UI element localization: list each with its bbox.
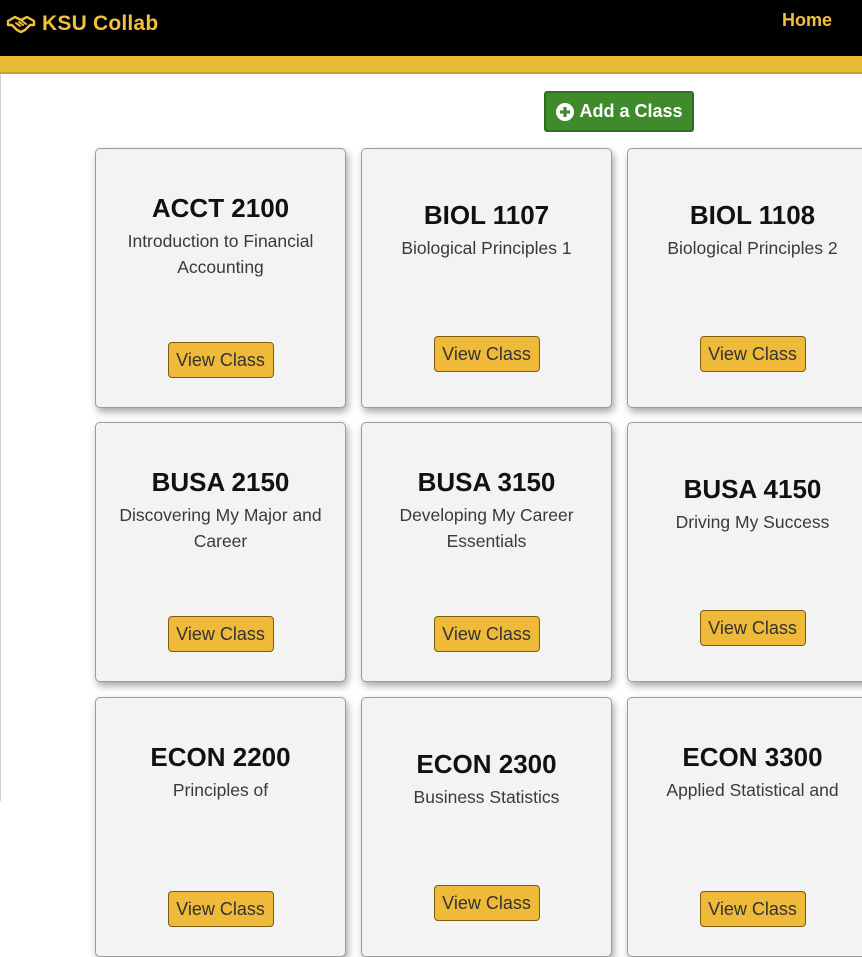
class-code: BIOL 1108 <box>689 200 816 230</box>
class-code: ECON 3300 <box>682 742 823 772</box>
class-title: Principles of <box>172 780 269 800</box>
class-title: Biological Principles 1 <box>401 238 572 258</box>
view-class-button[interactable]: View Class <box>167 616 274 652</box>
view-class-button[interactable]: View Class <box>699 891 806 927</box>
view-class-button[interactable]: View Class <box>433 885 540 921</box>
class-title: Driving My Success <box>675 512 830 532</box>
view-class-button[interactable]: View Class <box>167 891 274 927</box>
class-code: ACCT 2100 <box>151 193 290 223</box>
class-card: BUSA 4150 Driving My Success View Class <box>627 422 862 682</box>
class-code: BUSA 2150 <box>151 467 290 497</box>
brand-logo[interactable]: KSU Collab <box>6 10 158 38</box>
class-code: ECON 2300 <box>416 749 557 779</box>
class-code: BIOL 1107 <box>423 200 550 230</box>
class-title: Biological Principles 2 <box>667 238 838 258</box>
class-title: Introduction to Financial Accounting <box>127 231 314 277</box>
class-card: ECON 3300 Applied Statistical and View C… <box>627 697 862 957</box>
class-card: BUSA 2150 Discovering My Major and Caree… <box>95 422 346 682</box>
brand-name: KSU Collab <box>42 12 159 35</box>
class-card: ACCT 2100 Introduction to Financial Acco… <box>95 148 346 408</box>
view-class-button[interactable]: View Class <box>699 336 806 372</box>
class-code: ECON 2200 <box>150 742 291 772</box>
class-card: BIOL 1108 Biological Principles 2 View C… <box>627 148 862 408</box>
add-class-label: Add a Class <box>579 101 683 121</box>
class-title: Applied Statistical and <box>666 780 839 800</box>
class-card: ECON 2300 Business Statistics View Class <box>361 697 612 957</box>
view-class-button[interactable]: View Class <box>433 616 540 652</box>
class-card: ECON 2200 Principles of View Class <box>95 697 346 957</box>
class-code: BUSA 4150 <box>683 474 822 504</box>
view-class-button[interactable]: View Class <box>699 610 806 646</box>
home-link[interactable]: Home <box>782 10 832 31</box>
class-title: Discovering My Major and Career <box>119 505 322 551</box>
view-class-button[interactable]: View Class <box>433 336 540 372</box>
add-class-button[interactable]: Add a Class <box>544 91 694 132</box>
header-accent-strip <box>0 56 862 74</box>
class-title: Developing My Career Essentials <box>399 505 574 551</box>
plus-circle-icon <box>556 102 575 121</box>
class-card: BUSA 3150 Developing My Career Essential… <box>361 422 612 682</box>
view-class-button[interactable]: View Class <box>167 342 274 378</box>
main-content: Add a Class ACCT 2100 Introduction to Fi… <box>0 74 862 957</box>
class-code: BUSA 3150 <box>417 467 556 497</box>
class-title: Business Statistics <box>413 787 560 807</box>
handshake-icon <box>6 15 36 34</box>
class-card: BIOL 1107 Biological Principles 1 View C… <box>361 148 612 408</box>
top-navbar: KSU Collab Home <box>0 0 862 56</box>
